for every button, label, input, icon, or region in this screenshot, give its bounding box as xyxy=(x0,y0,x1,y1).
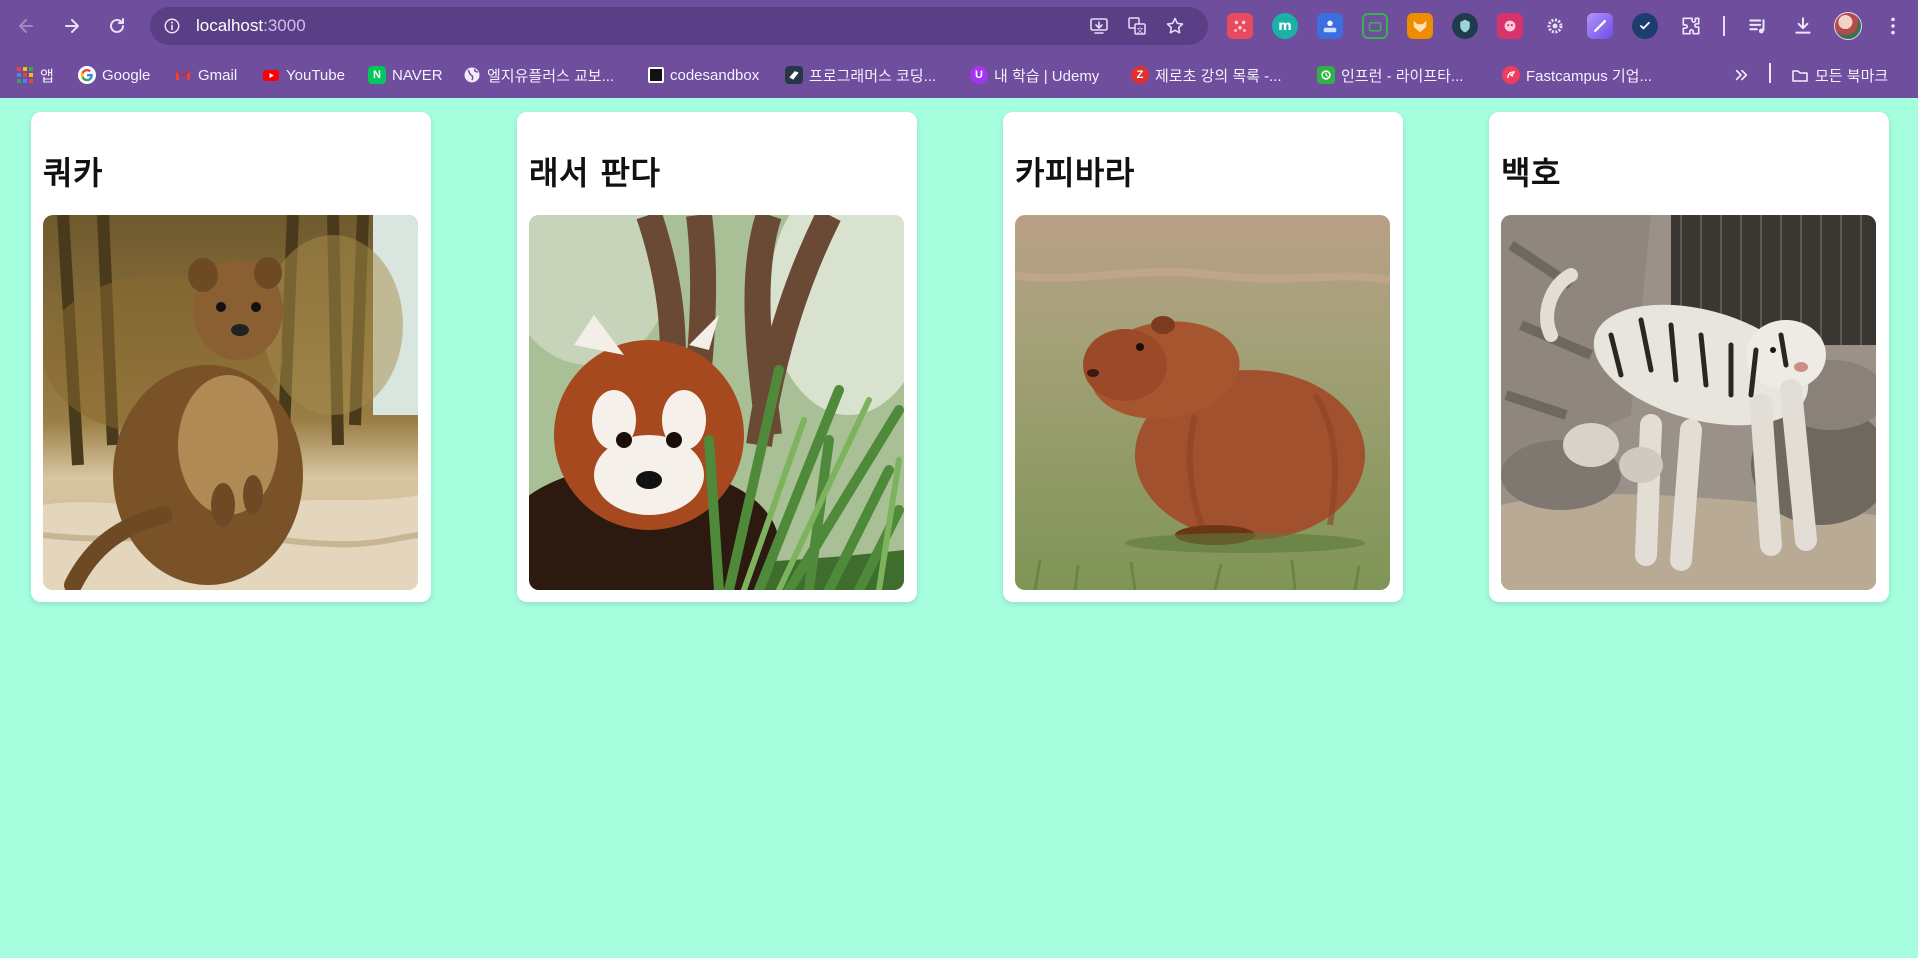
bookmark-label: 제로초 강의 목록 -... xyxy=(1155,67,1282,85)
install-app-icon[interactable] xyxy=(1087,14,1111,38)
url-text[interactable]: localhost:3000 xyxy=(196,16,306,36)
animal-card: 백호 xyxy=(1489,112,1889,602)
red-panda-photo xyxy=(529,215,904,590)
browser-toolbar: localhost:3000 文 m xyxy=(0,0,1918,52)
translate-icon[interactable]: 文 xyxy=(1125,14,1149,38)
card-title: 카피바라 xyxy=(1015,154,1135,192)
extension-fox-icon[interactable] xyxy=(1407,13,1433,39)
toolbar-divider xyxy=(1723,16,1725,36)
bookmark-label: 인프런 - 라이프타... xyxy=(1341,67,1464,85)
browser-chrome: localhost:3000 文 m 앱 Google Gmail YouTub… xyxy=(0,0,1918,98)
extension-purple-icon[interactable] xyxy=(1587,13,1613,39)
white-tiger-photo xyxy=(1501,215,1876,590)
profile-avatar[interactable] xyxy=(1834,12,1862,40)
bookmark-label: Google xyxy=(102,66,151,84)
bookmark-codesandbox[interactable]: codesandbox xyxy=(648,64,759,86)
extension-shield-icon[interactable] xyxy=(1452,13,1478,39)
programmers-icon xyxy=(785,66,803,84)
zerocho-icon: Z xyxy=(1131,66,1149,84)
youtube-icon xyxy=(262,66,280,84)
all-bookmarks-button[interactable]: 모든 북마크 xyxy=(1791,64,1888,86)
apps-grid-icon xyxy=(16,66,34,84)
codesandbox-icon xyxy=(648,67,664,83)
capybara-photo xyxy=(1015,215,1390,590)
bookmark-lguplus[interactable]: 엘지유플러스 교보... xyxy=(463,64,614,86)
bookmark-google[interactable]: Google xyxy=(78,64,150,86)
bookmark-star-icon[interactable] xyxy=(1163,14,1187,38)
bookmark-label: 앱 xyxy=(40,67,54,85)
bookmark-label: Gmail xyxy=(198,66,238,84)
bookmark-youtube[interactable]: YouTube xyxy=(262,64,345,86)
inflearn-icon xyxy=(1317,66,1335,84)
animal-card: 쿼카 xyxy=(31,112,431,602)
naver-icon: N xyxy=(368,66,386,84)
animal-card: 카피바라 xyxy=(1003,112,1403,602)
download-icon[interactable] xyxy=(1789,12,1817,40)
extensions-icon[interactable] xyxy=(1677,12,1705,40)
card-title: 백호 xyxy=(1501,154,1561,192)
gmail-icon xyxy=(174,66,192,84)
bookmark-label: codesandbox xyxy=(670,66,760,84)
bookmark-label: 프로그래머스 코딩... xyxy=(809,67,937,85)
bookmarks-overflow-button[interactable] xyxy=(1732,64,1750,86)
bookmark-inflearn[interactable]: 인프런 - 라이프타... xyxy=(1317,64,1463,86)
extension-m-icon[interactable]: m xyxy=(1272,13,1298,39)
animal-card: 래서 판다 xyxy=(517,112,917,602)
bookmark-label: YouTube xyxy=(286,66,345,84)
bookmark-label: Fastcampus 기업... xyxy=(1526,67,1652,85)
page-content: 쿼카 래서 판다 카피바라 백호 xyxy=(0,98,1918,958)
quokka-photo xyxy=(43,215,418,590)
bookmark-label: 엘지유플러스 교보... xyxy=(487,67,615,85)
extension-m-label: m xyxy=(1278,18,1292,34)
extension-pink-icon[interactable] xyxy=(1497,13,1523,39)
folder-icon xyxy=(1791,66,1809,84)
url-port: :3000 xyxy=(263,16,306,35)
svg-text:文: 文 xyxy=(1137,26,1144,35)
url-host: localhost xyxy=(196,16,264,35)
bookmark-programmers[interactable]: 프로그래머스 코딩... xyxy=(785,64,936,86)
extension-blue-icon[interactable] xyxy=(1317,13,1343,39)
more-menu-icon[interactable] xyxy=(1879,12,1907,40)
all-bookmarks-label: 모든 북마크 xyxy=(1815,67,1889,85)
chevron-double-right-icon xyxy=(1732,66,1750,84)
bookmarks-divider xyxy=(1769,63,1771,83)
bookmark-udemy[interactable]: U 내 학습 | Udemy xyxy=(970,64,1099,86)
bookmark-label: 내 학습 | Udemy xyxy=(994,67,1100,85)
extension-check-icon[interactable] xyxy=(1632,13,1658,39)
card-title: 래서 판다 xyxy=(529,154,661,192)
extension-green-icon[interactable] xyxy=(1362,13,1388,39)
globe-icon xyxy=(463,66,481,84)
forward-icon[interactable] xyxy=(56,10,88,42)
media-control-icon[interactable] xyxy=(1744,12,1772,40)
google-icon xyxy=(78,66,96,84)
reload-icon[interactable] xyxy=(101,10,133,42)
back-icon[interactable] xyxy=(10,10,42,42)
site-info-icon[interactable] xyxy=(158,12,186,40)
card-title: 쿼카 xyxy=(43,154,103,192)
extension-red-icon[interactable] xyxy=(1227,13,1253,39)
udemy-icon: U xyxy=(970,66,988,84)
extension-gear-icon[interactable] xyxy=(1542,13,1568,39)
bookmark-gmail[interactable]: Gmail xyxy=(174,64,237,86)
bookmark-zerocho[interactable]: Z 제로초 강의 목록 -... xyxy=(1131,64,1282,86)
bookmarks-bar: 앱 Google Gmail YouTube N NAVER 엘지유플러스 교보… xyxy=(0,52,1918,98)
bookmark-label: NAVER xyxy=(392,66,443,84)
fastcampus-icon xyxy=(1502,66,1520,84)
bookmark-fastcampus[interactable]: Fastcampus 기업... xyxy=(1502,64,1652,86)
bookmark-naver[interactable]: N NAVER xyxy=(368,64,443,86)
address-bar[interactable]: localhost:3000 文 xyxy=(150,7,1208,45)
bookmark-apps[interactable]: 앱 xyxy=(16,64,54,86)
